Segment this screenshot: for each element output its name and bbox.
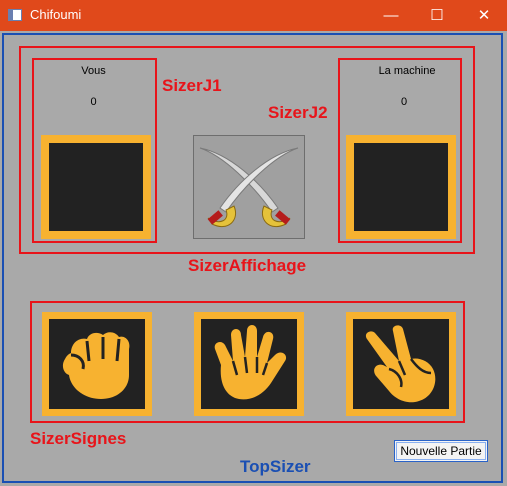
crossed-swords-icon (199, 147, 299, 228)
open-hand-icon (214, 325, 287, 400)
paper-sign-button[interactable] (194, 312, 304, 416)
rock-sign-button[interactable] (42, 312, 152, 416)
crossed-swords-image (193, 135, 305, 239)
player-name: Vous (81, 65, 106, 77)
minimize-button[interactable]: — (368, 0, 414, 31)
victory-hand-icon (365, 325, 436, 403)
player-score: 0 (90, 96, 97, 108)
window-title: Chifoumi (30, 7, 82, 22)
machine-score: 0 (400, 96, 408, 108)
app-window-icon (8, 9, 22, 21)
sizer-signes-label: SizerSignes (30, 429, 127, 448)
player-choice-tile (41, 135, 151, 239)
sizer-j2-label: SizerJ2 (268, 103, 328, 122)
title-bar: Chifoumi — ☐ ✕ (0, 0, 507, 31)
scissors-sign-button[interactable] (346, 312, 456, 416)
machine-choice-tile (346, 135, 456, 239)
top-sizer-label: TopSizer (240, 457, 311, 476)
new-game-button[interactable]: Nouvelle Partie (394, 440, 488, 462)
close-button[interactable]: ✕ (461, 0, 507, 31)
machine-name: La machine (378, 65, 436, 77)
fist-icon (62, 332, 130, 399)
maximize-button[interactable]: ☐ (414, 0, 460, 31)
sizer-affichage-label: SizerAffichage (188, 256, 307, 275)
sizer-j1-label: SizerJ1 (162, 76, 222, 95)
